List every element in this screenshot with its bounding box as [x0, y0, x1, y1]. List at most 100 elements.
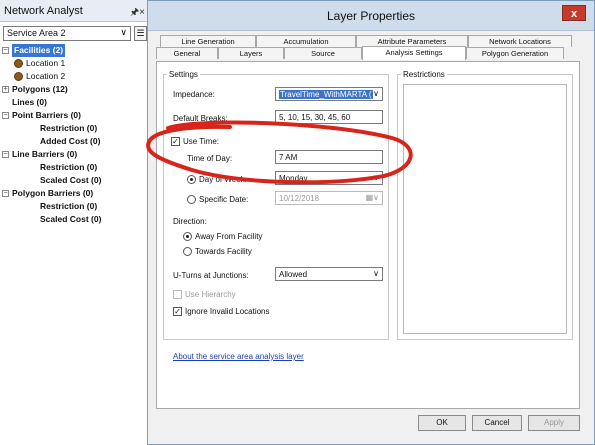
use-time-checkbox[interactable]: ✓	[171, 137, 180, 146]
tree-item[interactable]: − Line Barriers (0)	[0, 148, 150, 161]
tab-network-locations[interactable]: Network Locations	[468, 35, 572, 47]
tab-source[interactable]: Source	[284, 47, 362, 59]
tree-item-label: Location 1	[26, 58, 66, 68]
use-hierarchy-label: Use Hierarchy	[185, 290, 236, 299]
tree-item[interactable]: − Point Barriers (0)	[0, 109, 150, 122]
specific-date-picker[interactable]: 10/12/2018 ▦∨	[275, 191, 383, 205]
tree-item-label: Scaled Cost (0)	[40, 214, 102, 224]
pin-close-controls[interactable]: 🖈×	[130, 5, 145, 22]
tab-analysis-settings[interactable]: Analysis Settings	[362, 46, 466, 60]
towards-facility-label: Towards Facility	[195, 247, 252, 256]
window-title: Network Analyst	[4, 5, 83, 17]
chevron-down-icon: ∨	[120, 27, 127, 37]
layer-properties-button[interactable]: ☰	[134, 26, 147, 41]
restrictions-list[interactable]	[403, 84, 567, 334]
away-from-facility-label: Away From Facility	[195, 232, 263, 241]
tab-polygon-generation[interactable]: Polygon Generation	[466, 47, 564, 59]
ignore-invalid-locations-checkbox[interactable]: ✓	[173, 307, 182, 316]
specific-date-value: 10/12/2018	[279, 194, 320, 203]
day-of-week-dropdown[interactable]: Monday ∨	[275, 171, 383, 185]
collapse-icon[interactable]: −	[2, 190, 9, 197]
tree-item-label: Location 2	[26, 71, 66, 81]
chevron-down-icon: ∨	[373, 89, 379, 98]
impedance-label: Impedance:	[173, 90, 215, 99]
tree-item-label: Facilities (2)	[12, 44, 66, 57]
collapse-icon[interactable]: −	[2, 151, 9, 158]
restrictions-legend: Restrictions	[401, 70, 447, 79]
u-turns-value: Allowed	[279, 270, 308, 279]
tree-item-label: Polygons (12)	[12, 84, 68, 94]
location-point-icon	[14, 72, 23, 81]
tree-item[interactable]: Scaled Cost (0)	[0, 174, 150, 187]
tree-item-label: Scaled Cost (0)	[40, 175, 102, 185]
tree-item-label: Restriction (0)	[40, 123, 98, 133]
day-of-week-value: Monday	[279, 174, 308, 183]
default-breaks-label: Default Breaks:	[173, 114, 228, 123]
time-of-day-input[interactable]: 7 AM	[275, 150, 383, 164]
tab-layers[interactable]: Layers	[218, 47, 284, 59]
default-breaks-input[interactable]: 5, 10, 15, 30, 45, 60	[275, 110, 383, 124]
tree-item[interactable]: Location 2	[0, 70, 150, 83]
tree-item[interactable]: − Polygon Barriers (0)	[0, 187, 150, 200]
settings-legend: Settings	[167, 70, 200, 79]
about-service-area-link[interactable]: About the service area analysis layer	[173, 352, 304, 361]
ignore-invalid-locations-label: Ignore Invalid Locations	[185, 307, 270, 316]
time-of-day-label: Time of Day:	[187, 154, 233, 163]
direction-label: Direction:	[173, 217, 207, 226]
tab-general[interactable]: General	[156, 47, 218, 59]
tab-line-generation[interactable]: Line Generation	[160, 35, 256, 47]
analysis-layer-value: Service Area 2	[7, 28, 66, 38]
tree-item[interactable]: Restriction (0)	[0, 161, 150, 174]
away-from-facility-radio[interactable]	[183, 232, 192, 241]
tree-item[interactable]: Location 1	[0, 57, 150, 70]
impedance-dropdown[interactable]: TravelTime_WithMARTA ( ∨	[275, 87, 383, 101]
collapse-icon[interactable]: −	[2, 112, 9, 119]
tab-accumulation[interactable]: Accumulation	[256, 35, 356, 47]
day-of-week-label: Day of Week:	[199, 175, 247, 184]
tree-item[interactable]: − Facilities (2)	[0, 44, 150, 57]
tree-item[interactable]: + Polygons (12)	[0, 83, 150, 96]
day-of-week-radio[interactable]	[187, 175, 196, 184]
tree-item[interactable]: Scaled Cost (0)	[0, 213, 150, 226]
tree-item-label: Added Cost (0)	[40, 136, 101, 146]
location-point-icon	[14, 59, 23, 68]
use-time-label: Use Time:	[183, 137, 220, 146]
tree-item-label: Restriction (0)	[40, 162, 98, 172]
dialog-title: Layer Properties	[326, 9, 416, 23]
tree-item-label: Line Barriers (0)	[12, 149, 78, 159]
tree-item-label: Restriction (0)	[40, 201, 98, 211]
ok-button[interactable]: OK	[418, 415, 466, 431]
chevron-down-icon: ∨	[373, 173, 379, 182]
network-analyst-titlebar: Network Analyst 🖈×	[0, 0, 149, 22]
u-turns-label: U-Turns at Junctions:	[173, 271, 249, 280]
u-turns-dropdown[interactable]: Allowed ∨	[275, 267, 383, 281]
tree-item-label: Polygon Barriers (0)	[12, 188, 94, 198]
layer-properties-dialog: Layer Properties x Line Generation Accum…	[147, 0, 595, 445]
properties-icon: ☰	[136, 28, 145, 38]
analysis-settings-panel: Settings Impedance: TravelTime_WithMARTA…	[156, 61, 580, 409]
network-analyst-window: Network Analyst 🖈× Service Area 2 ∨ ☰ − F…	[0, 0, 150, 445]
chevron-down-icon: ∨	[373, 269, 379, 278]
calendar-icon: ▦∨	[365, 193, 379, 202]
apply-button[interactable]: Apply	[528, 415, 580, 431]
analysis-layer-dropdown[interactable]: Service Area 2 ∨	[3, 26, 131, 41]
impedance-value: TravelTime_WithMARTA (	[279, 90, 373, 99]
collapse-icon[interactable]: −	[2, 47, 9, 54]
dialog-close-button[interactable]: x	[562, 5, 586, 21]
use-hierarchy-checkbox[interactable]	[173, 290, 182, 299]
dialog-titlebar: Layer Properties	[148, 1, 594, 31]
towards-facility-radio[interactable]	[183, 247, 192, 256]
close-icon[interactable]: ×	[139, 7, 145, 18]
network-analyst-tree: − Facilities (2) Location 1 Location 2 + Poly…	[0, 44, 150, 226]
specific-date-label: Specific Date:	[199, 195, 249, 204]
tree-item[interactable]: Lines (0)	[0, 96, 150, 109]
cancel-button[interactable]: Cancel	[472, 415, 522, 431]
tree-item-label: Lines (0)	[12, 97, 47, 107]
tree-item[interactable]: Restriction (0)	[0, 200, 150, 213]
specific-date-radio[interactable]	[187, 195, 196, 204]
tree-item-label: Point Barriers (0)	[12, 110, 81, 120]
tree-item[interactable]: Restriction (0)	[0, 122, 150, 135]
close-icon: x	[570, 8, 578, 20]
expand-icon[interactable]: +	[2, 86, 9, 93]
tree-item[interactable]: Added Cost (0)	[0, 135, 150, 148]
